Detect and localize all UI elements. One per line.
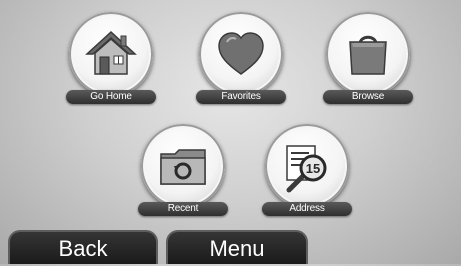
recent-button[interactable]: Recent [138, 124, 228, 216]
recent-label: Recent [138, 202, 228, 216]
browse-label: Browse [323, 90, 413, 104]
address-search-icon: 15 [279, 138, 335, 194]
favorites-label: Favorites [196, 90, 286, 104]
go-home-button[interactable]: Go Home [66, 12, 156, 104]
heart-icon [213, 26, 269, 82]
browse-button[interactable]: Browse [323, 12, 413, 104]
favorites-button[interactable]: Favorites [196, 12, 286, 104]
address-label: Address [262, 202, 352, 216]
go-home-label: Go Home [66, 90, 156, 104]
menu-button[interactable]: Menu [166, 230, 308, 264]
address-button[interactable]: 15 Address [262, 124, 352, 216]
back-button[interactable]: Back [8, 230, 158, 264]
recent-folder-icon [155, 138, 211, 194]
shopping-bag-icon [340, 26, 396, 82]
address-badge: 15 [306, 161, 320, 176]
house-icon [83, 26, 139, 82]
